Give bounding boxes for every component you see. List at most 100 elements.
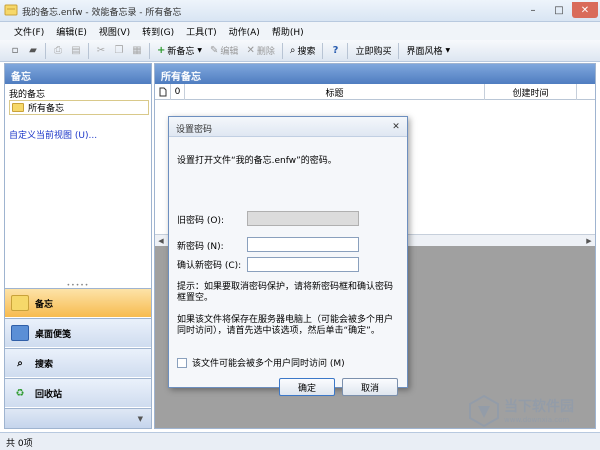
- recycle-icon: ♻: [15, 387, 25, 399]
- print-preview-icon[interactable]: ▤: [67, 42, 85, 60]
- ui-style-button[interactable]: 界面风格 ▼: [402, 42, 454, 60]
- menu-bar: 文件(F) 编辑(E) 视图(V) 转到(G) 工具(T) 动作(A) 帮助(H…: [0, 22, 600, 40]
- toolbar-separator: [149, 42, 150, 59]
- nav-recycle-bin[interactable]: ♻ 回收站: [5, 378, 151, 407]
- document-icon: [159, 87, 166, 97]
- plus-icon: +: [157, 45, 166, 56]
- menu-actions[interactable]: 动作(A): [223, 25, 266, 38]
- nav-desktop-notes[interactable]: 桌面便笺: [5, 318, 151, 347]
- column-attachment[interactable]: 0: [171, 84, 185, 100]
- maximize-button[interactable]: □: [546, 2, 572, 18]
- print-icon[interactable]: ⎙: [49, 42, 67, 60]
- toolbar-separator: [347, 42, 349, 59]
- notes-icon: [11, 295, 29, 311]
- sticky-note-icon: [11, 325, 29, 341]
- watermark-logo-icon: [469, 394, 499, 428]
- menu-tools[interactable]: 工具(T): [180, 25, 223, 38]
- table-header: 0 标题 创建时间: [155, 84, 595, 100]
- close-window-button[interactable]: ✕: [572, 2, 598, 18]
- edit-label: 编辑: [220, 47, 239, 57]
- minimize-button[interactable]: –: [520, 2, 546, 18]
- nav-search[interactable]: ⌕ 搜索: [5, 348, 151, 377]
- toolbar-separator: [398, 42, 400, 59]
- menu-view[interactable]: 视图(V): [93, 25, 136, 38]
- edit-button[interactable]: ✎ 编辑: [206, 42, 242, 60]
- menu-edit[interactable]: 编辑(E): [50, 25, 93, 38]
- menu-goto[interactable]: 转到(G): [136, 25, 180, 38]
- watermark: 当下软件园 www.downxia.com: [466, 392, 596, 432]
- multiuser-checkbox-label: 该文件可能会被多个用户同时访问 (M): [192, 359, 345, 369]
- watermark-url: www.downxia.com: [504, 416, 570, 424]
- scroll-right-icon[interactable]: ▶: [583, 235, 595, 246]
- multiuser-checkbox[interactable]: [177, 357, 187, 368]
- old-password-field[interactable]: [247, 211, 359, 226]
- cut-icon[interactable]: ✂: [92, 42, 110, 60]
- new-memo-button[interactable]: + 新备忘 ▼: [153, 42, 206, 60]
- chevron-down-icon: ▼: [445, 47, 451, 54]
- search-button[interactable]: ⌕ 搜索: [286, 42, 320, 60]
- menu-file[interactable]: 文件(F): [8, 25, 50, 38]
- open-folder-icon[interactable]: ▰: [24, 42, 42, 60]
- tree-item-all-memos[interactable]: 所有备忘: [9, 100, 149, 115]
- ok-button[interactable]: 确定: [279, 378, 335, 396]
- old-password-label: 旧密码 (O):: [177, 216, 224, 226]
- confirm-password-label: 确认新密码 (C):: [177, 261, 242, 271]
- search-icon: ⌕: [17, 357, 23, 369]
- nav-search-label: 搜索: [35, 359, 54, 370]
- delete-label: 删除: [256, 47, 275, 57]
- cancel-button[interactable]: 取消: [342, 378, 398, 396]
- buy-now-button[interactable]: 立即购买: [351, 42, 395, 60]
- dialog-close-icon[interactable]: ✕: [389, 120, 403, 134]
- column-created-time[interactable]: 创建时间: [485, 84, 577, 100]
- chevron-down-icon: ▼: [137, 414, 143, 423]
- nav-overflow-button[interactable]: ▼: [5, 408, 151, 428]
- new-memo-label: 新备忘: [167, 47, 195, 57]
- ui-style-label: 界面风格: [406, 47, 443, 57]
- title-bar: 我的备忘.enfw - 效能备忘录 - 所有备忘 – □ ✕: [0, 0, 600, 22]
- column-title[interactable]: 标题: [185, 84, 485, 100]
- nav-desktop-label: 桌面便笺: [35, 329, 72, 340]
- right-panel-header: 所有备忘: [155, 64, 595, 84]
- left-panel-header: 备忘: [5, 64, 151, 84]
- watermark-text: 当下软件园: [504, 399, 574, 415]
- tree-item-label: 所有备忘: [28, 104, 65, 114]
- new-file-icon[interactable]: ▫: [6, 42, 24, 60]
- scroll-left-icon[interactable]: ◀: [155, 235, 167, 246]
- nav-notes-label: 备忘: [35, 299, 54, 310]
- dialog-title-bar: 设置密码 ✕: [169, 117, 407, 137]
- toolbar-separator: [281, 42, 283, 59]
- nav-recycle-label: 回收站: [35, 389, 63, 400]
- toolbar: ▫ ▰ ⎙ ▤ ✂ ❐ ▦ + 新备忘 ▼ ✎ 编辑 ✕ 删除 ⌕ 搜索 ? 立…: [0, 40, 600, 62]
- pencil-icon: ✎: [210, 45, 219, 56]
- confirm-password-field[interactable]: [247, 257, 359, 272]
- new-password-field[interactable]: [247, 237, 359, 252]
- app-icon: [4, 3, 18, 17]
- paperclip-icon: 0: [174, 87, 181, 97]
- chevron-down-icon[interactable]: ▼: [197, 47, 202, 54]
- custom-view-link[interactable]: 自定义当前视图 (U)...: [9, 128, 97, 141]
- menu-help[interactable]: 帮助(H): [266, 25, 310, 38]
- search-label: 搜索: [297, 47, 316, 57]
- nav-notes[interactable]: 备忘: [5, 288, 151, 317]
- set-password-dialog: 设置密码 ✕ 设置打开文件“我的备忘.enfw”的密码。 旧密码 (O): 新密…: [168, 116, 408, 396]
- status-bar: 共 0项: [0, 432, 600, 450]
- multiuser-checkbox-row[interactable]: 该文件可能会被多个用户同时访问 (M): [177, 356, 345, 369]
- dialog-title: 设置密码: [176, 125, 213, 135]
- left-panel: 备忘 我的备忘 所有备忘 自定义当前视图 (U)... ••••• 备忘 桌面便…: [4, 63, 152, 429]
- folder-icon: [12, 103, 24, 112]
- dialog-server-note: 如果该文件将保存在服务器电脑上（可能会被多个用户同时访问），请首先选中该选项，然…: [177, 315, 394, 336]
- search-icon: ⌕: [289, 45, 296, 56]
- toolbar-separator: [88, 42, 89, 59]
- tree-root[interactable]: 我的备忘: [9, 87, 45, 100]
- delete-icon: ✕: [246, 45, 255, 56]
- toolbar-separator: [322, 42, 324, 59]
- copy-icon[interactable]: ❐: [110, 42, 128, 60]
- window-title: 我的备忘.enfw - 效能备忘录 - 所有备忘: [22, 8, 182, 18]
- delete-button[interactable]: ✕ 删除: [242, 42, 278, 60]
- help-icon[interactable]: ?: [326, 42, 344, 60]
- paste-icon[interactable]: ▦: [128, 42, 146, 60]
- dialog-tip-text: 提示：如果要取消密码保护，请将新密码框和确认密码框置空。: [177, 282, 394, 303]
- dialog-body: 设置打开文件“我的备忘.enfw”的密码。 旧密码 (O): 新密码 (N): …: [169, 137, 407, 396]
- new-password-label: 新密码 (N):: [177, 242, 224, 252]
- column-type[interactable]: [155, 84, 171, 100]
